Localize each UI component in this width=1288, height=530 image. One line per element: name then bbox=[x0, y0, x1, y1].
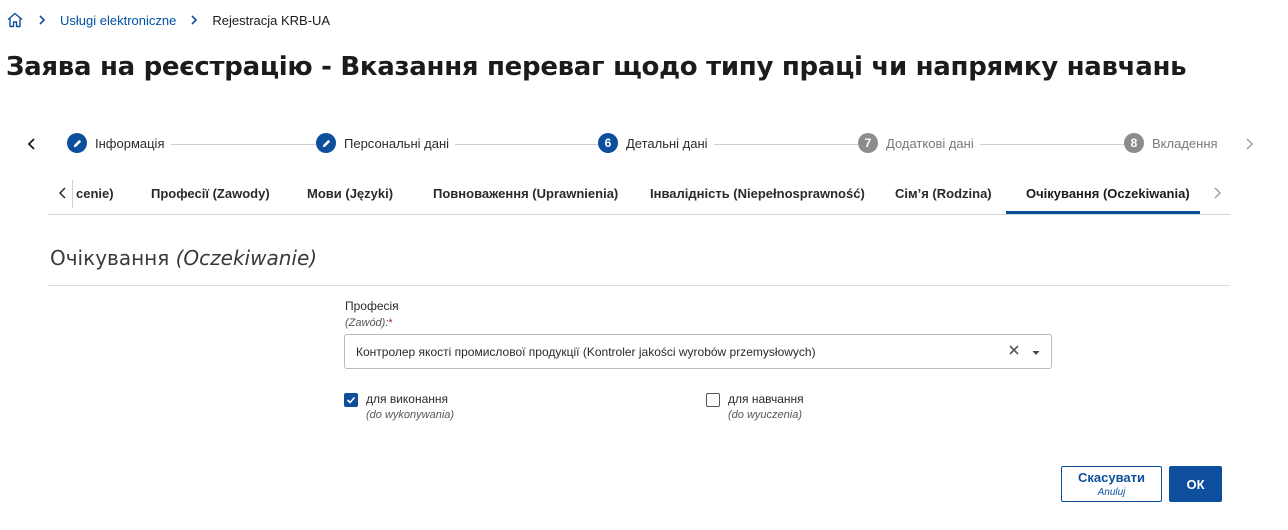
caret-down-icon[interactable] bbox=[1031, 348, 1041, 358]
chevron-right-icon[interactable] bbox=[1241, 136, 1257, 152]
step-number: 8 bbox=[1124, 133, 1144, 153]
home-icon[interactable] bbox=[6, 11, 24, 29]
checkbox-checked[interactable] bbox=[344, 393, 358, 407]
section-title-main: Очікування bbox=[50, 246, 176, 270]
step-number: 7 bbox=[858, 133, 878, 153]
step-attachments[interactable]: 8 Вкладення bbox=[1124, 133, 1224, 153]
tab-family[interactable]: Сім’я (Rodzina) bbox=[895, 186, 992, 201]
active-tab-indicator bbox=[1006, 211, 1200, 214]
step-label: Детальні дані bbox=[626, 135, 708, 151]
checkbox-label-main: для виконання bbox=[366, 392, 449, 406]
chevron-left-icon[interactable] bbox=[24, 136, 40, 152]
profession-select-value: Контролер якості промислової продукції (… bbox=[356, 345, 816, 359]
chevron-right-icon bbox=[188, 14, 200, 26]
profession-sublabel: (Zawód):* bbox=[345, 317, 393, 329]
step-connector bbox=[445, 144, 605, 145]
checkbox-label-main: для навчання bbox=[728, 392, 804, 406]
cancel-button-label: Скасувати bbox=[1078, 470, 1145, 485]
close-icon[interactable] bbox=[1007, 343, 1021, 357]
section-title-sub: (Oczekiwanie) bbox=[175, 246, 318, 270]
step-additional[interactable]: 7 Додаткові дані bbox=[858, 133, 980, 153]
tab-professions[interactable]: Професії (Zawody) bbox=[151, 186, 270, 201]
step-label: Персональні дані bbox=[344, 135, 450, 151]
checkbox-label: для навчання (do wyuczenia) bbox=[728, 392, 804, 421]
stepper: Інформація Персональні дані 6 Детальні д… bbox=[20, 130, 1260, 158]
chevron-right-icon[interactable] bbox=[1210, 186, 1224, 200]
step-info[interactable]: Інформація bbox=[67, 133, 171, 153]
breadcrumb-current: Rejestracja KRB-UA bbox=[212, 12, 331, 28]
tab-divider bbox=[72, 180, 73, 208]
pencil-icon bbox=[316, 133, 336, 153]
checkbox-for-study[interactable]: для навчання (do wyuczenia) bbox=[706, 392, 804, 421]
step-connector bbox=[160, 144, 320, 145]
tab-bar: cenie) Професії (Zawody) Мови (Języki) П… bbox=[48, 172, 1230, 215]
section-divider bbox=[48, 285, 1230, 286]
cancel-button[interactable]: Скасувати Anuluj bbox=[1061, 466, 1162, 502]
tab-expectations[interactable]: Очікування (Oczekiwania) bbox=[1026, 186, 1190, 201]
step-connector bbox=[705, 144, 865, 145]
step-label: Вкладення bbox=[1152, 135, 1218, 151]
cancel-button-sublabel: Anuluj bbox=[1097, 487, 1126, 498]
section-title: Очікування (Oczekiwanie) bbox=[50, 246, 317, 270]
tab-languages[interactable]: Мови (Języki) bbox=[307, 186, 393, 201]
chevron-left-icon[interactable] bbox=[56, 186, 70, 200]
step-label: Інформація bbox=[95, 135, 165, 151]
step-details[interactable]: 6 Детальні дані bbox=[598, 133, 714, 153]
ok-button[interactable]: ОК bbox=[1169, 466, 1222, 502]
breadcrumb: Usługi elektroniczne Rejestracja KRB-UA bbox=[6, 10, 330, 30]
tab-permissions[interactable]: Повноваження (Uprawnienia) bbox=[433, 186, 618, 201]
checkbox-label-sub: (do wyuczenia) bbox=[728, 409, 802, 421]
pencil-icon bbox=[67, 133, 87, 153]
tab-disability[interactable]: Інвалідність (Niepełnosprawność) bbox=[650, 186, 865, 201]
checkbox-unchecked[interactable] bbox=[706, 393, 720, 407]
tab-employment[interactable]: cenie) bbox=[76, 186, 114, 201]
checkbox-for-work[interactable]: для виконання (do wykonywania) bbox=[344, 392, 454, 421]
profession-label: Професія bbox=[345, 299, 399, 313]
profession-select[interactable]: Контролер якості промислової продукції (… bbox=[344, 334, 1052, 369]
checkbox-label: для виконання (do wykonywania) bbox=[366, 392, 454, 421]
step-personal[interactable]: Персональні дані bbox=[316, 133, 456, 153]
step-number: 6 bbox=[598, 133, 618, 153]
required-marker: * bbox=[388, 317, 393, 329]
checkbox-label-sub: (do wykonywania) bbox=[366, 409, 455, 421]
page-title: Заява на реєстрацію - Вказання переваг щ… bbox=[6, 52, 1187, 82]
breadcrumb-link-services[interactable]: Usługi elektroniczne bbox=[60, 13, 176, 28]
profession-sublabel-text: (Zawód): bbox=[345, 317, 389, 329]
chevron-right-icon bbox=[36, 14, 48, 26]
step-label: Додаткові дані bbox=[886, 135, 974, 151]
step-connector bbox=[970, 144, 1130, 145]
